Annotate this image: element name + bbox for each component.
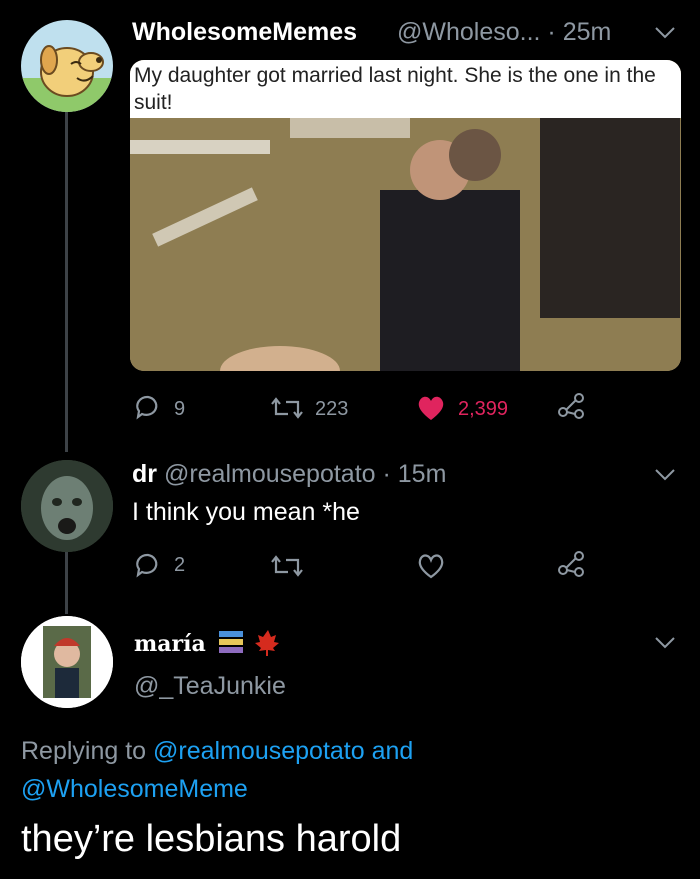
chevron-down-icon[interactable] [654, 468, 676, 487]
tweet2-handle-time[interactable]: @realmousepotato · 15m [164, 460, 446, 488]
tweet2-header: dr @realmousepotato · 15m [132, 460, 446, 489]
tweet1-display-name[interactable]: WholesomeMemes [132, 18, 357, 47]
heart-outline-icon[interactable] [416, 552, 446, 585]
replying-prefix: Replying to [21, 737, 147, 765]
tweet1-retweet-count: 223 [315, 398, 349, 420]
tweet2-text: I think you mean *he [132, 498, 360, 526]
heart-filled-icon[interactable] [416, 394, 446, 427]
tweet3-display-name[interactable]: maría [134, 628, 283, 662]
thread-line [65, 112, 68, 452]
share-icon[interactable] [557, 550, 585, 583]
tweet3-text: they’re lesbians harold [21, 818, 402, 860]
replying-and: and [371, 737, 414, 765]
share-icon[interactable] [557, 392, 585, 425]
books-emoji-icon [217, 629, 245, 661]
tweet2-reply-count: 2 [174, 554, 186, 576]
avatar-wholesomememes[interactable] [21, 20, 113, 112]
tweet1-reply-count: 9 [174, 398, 186, 420]
tweet3-name-text: maría [134, 631, 206, 657]
mention-realmousepotato[interactable]: @realmousepotato [153, 737, 365, 765]
mention-wholesomememe[interactable]: @WholesomeMeme [21, 775, 248, 803]
tweet1-like-count: 2,399 [458, 398, 509, 420]
tweet1-media[interactable]: My daughter got married last night. She … [130, 60, 681, 371]
avatar-teajunkie[interactable] [21, 616, 113, 708]
tweet3-replying-to: Replying to @realmousepotato and @Wholes… [21, 732, 681, 808]
chevron-down-icon[interactable] [654, 636, 676, 655]
retweet-icon[interactable] [270, 396, 304, 425]
tweet1-handle-time[interactable]: @Wholeso... · 25m [397, 18, 611, 47]
reply-icon[interactable] [135, 552, 161, 583]
avatar-dr[interactable] [21, 460, 113, 552]
tweet1-caption: My daughter got married last night. She … [130, 60, 681, 118]
tweet3-handle[interactable]: @_TeaJunkie [134, 672, 286, 701]
tweet2-display-name[interactable]: dr [132, 460, 157, 488]
reply-icon[interactable] [135, 394, 161, 425]
chevron-down-icon[interactable] [654, 26, 676, 45]
maple-leaf-icon [253, 628, 283, 662]
thread-line [65, 552, 68, 614]
retweet-icon[interactable] [270, 554, 304, 583]
